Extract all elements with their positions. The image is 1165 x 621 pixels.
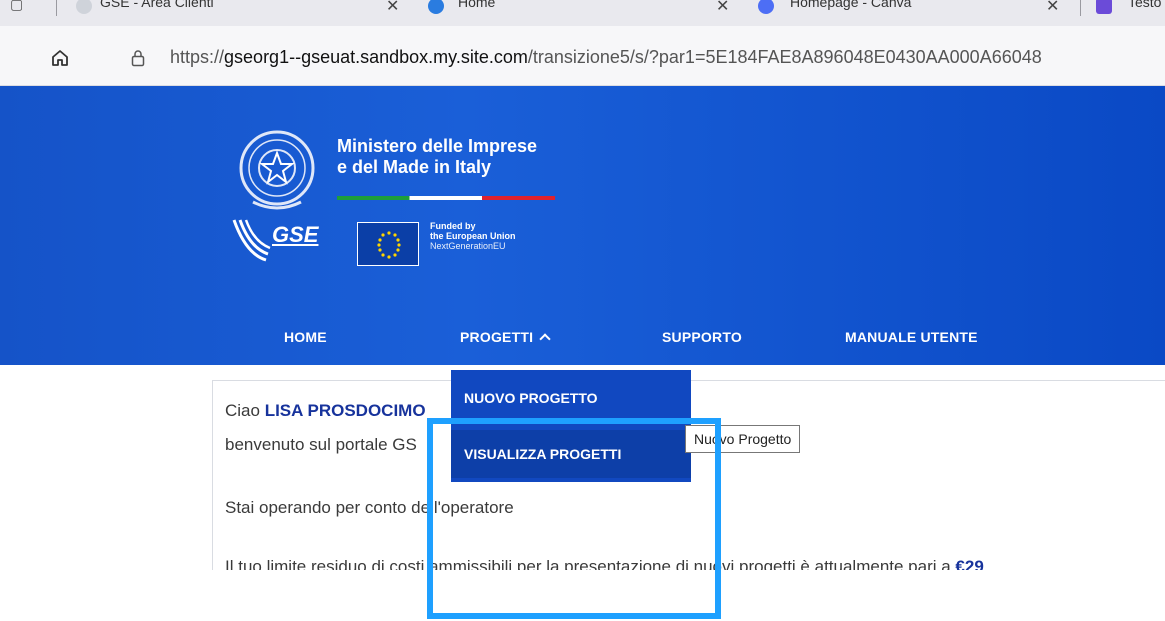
eu-flag-icon [357, 222, 419, 266]
url-path: /transizione5/s/?par1=5E184FAE8A896048E0… [527, 47, 1042, 67]
gse-logo: GSE [232, 216, 332, 266]
browser-tab-bar: ▢ GSE - Area Clienti ✕ Home ✕ Homepage -… [0, 0, 1165, 26]
url-host: gseorg1--gseuat.sandbox.my.site.com [224, 47, 528, 67]
testo-favicon-icon [1096, 0, 1112, 14]
site-header: Ministero delle Imprese e del Made in It… [0, 86, 1165, 365]
limit-line: Il tuo limite residuo di costi ammissibi… [225, 557, 984, 570]
url-field[interactable]: https://gseorg1--gseuat.sandbox.my.site.… [170, 47, 1042, 68]
limit-text: Il tuo limite residuo di costi ammissibi… [225, 557, 956, 570]
tooltip: Nuovo Progetto [685, 425, 801, 453]
ministry-line-2: e del Made in Italy [337, 157, 492, 177]
nav-manuale-utente[interactable]: MANUALE UTENTE [845, 329, 978, 345]
italian-republic-emblem-icon [239, 130, 315, 210]
url-prefix: https:// [170, 47, 225, 67]
tricolor-line [337, 196, 555, 200]
tab-testo[interactable]: Testo [1128, 0, 1161, 18]
canva-favicon-icon [758, 0, 774, 14]
welcome-text: benvenuto sul portale GS [225, 435, 417, 454]
lock-icon[interactable] [131, 49, 145, 67]
nav-supporto[interactable]: SUPPORTO [662, 329, 742, 345]
close-icon[interactable]: ✕ [386, 0, 399, 16]
page-bottom-area [0, 570, 1165, 621]
tab-actions-icon[interactable]: ▢ [10, 0, 23, 13]
ministry-line-1: Ministero delle Imprese [337, 136, 538, 156]
tab-homepage-canva[interactable]: Homepage - Canva [790, 0, 911, 18]
chevron-up-icon [539, 333, 551, 345]
gse-favicon-icon [76, 0, 92, 14]
gse-logo-text: GSE [272, 222, 319, 247]
eu-funding-text: Funded by the European Union NextGenerat… [430, 221, 516, 251]
user-name: LISA PROSDOCIMO [264, 401, 426, 420]
nav-progetti[interactable]: PROGETTI [460, 329, 551, 345]
close-icon[interactable]: ✕ [1046, 0, 1059, 16]
menu-item-visualizza-progetti[interactable]: VISUALIZZA PROGETTI [451, 430, 691, 478]
tab-separator [56, 0, 57, 16]
tab-gse-area-clienti[interactable]: GSE - Area Clienti [100, 0, 214, 18]
home-icon[interactable] [50, 48, 70, 68]
tab-separator [1080, 0, 1081, 16]
greeting-line: Ciao LISA PROSDOCIMO [225, 401, 426, 421]
limit-amount: €29 [955, 557, 984, 570]
close-icon[interactable]: ✕ [716, 0, 729, 16]
eu-line-1: Funded by [430, 221, 476, 231]
nav-progetti-label: PROGETTI [460, 329, 534, 345]
tab-home[interactable]: Home [458, 0, 495, 18]
eu-line-3: NextGenerationEU [430, 241, 506, 251]
menu-item-nuovo-progetto[interactable]: NUOVO PROGETTO [451, 374, 691, 422]
nav-home[interactable]: HOME [284, 329, 327, 345]
ministry-name: Ministero delle Imprese e del Made in It… [337, 136, 537, 178]
eu-line-2: the European Union [430, 231, 516, 241]
progetti-dropdown: NUOVO PROGETTO VISUALIZZA PROGETTI [451, 370, 691, 482]
address-bar: https://gseorg1--gseuat.sandbox.my.site.… [0, 26, 1165, 86]
greeting-text: Ciao [225, 401, 265, 420]
operator-text: Stai operando per conto dell'operatore [225, 498, 514, 517]
home-favicon-icon [428, 0, 444, 14]
